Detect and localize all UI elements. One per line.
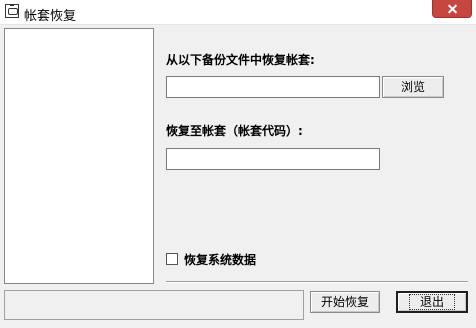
start-restore-button[interactable]: 开始恢复 bbox=[310, 291, 380, 313]
restore-system-data-checkbox[interactable] bbox=[166, 253, 178, 265]
account-list-panel[interactable] bbox=[4, 28, 154, 284]
browse-button[interactable]: 浏览 bbox=[382, 76, 444, 98]
title-bar: 帐套恢复 bbox=[0, 0, 476, 25]
source-file-label: 从以下备份文件中恢复帐套: bbox=[166, 53, 315, 67]
exit-button[interactable]: 退出 bbox=[396, 291, 468, 313]
status-bar bbox=[4, 290, 304, 320]
source-file-input[interactable] bbox=[166, 76, 380, 98]
exit-button-label: 退出 bbox=[408, 294, 455, 310]
separator-line bbox=[166, 281, 468, 283]
restore-system-data-label[interactable]: 恢复系统数据 bbox=[184, 251, 256, 268]
restore-window: 帐套恢复 从以下备份文件中恢复帐套: 浏览 恢复至帐套（帐套代码）: 恢复系统数… bbox=[0, 0, 476, 328]
window-title: 帐套恢复 bbox=[24, 9, 77, 24]
close-button[interactable] bbox=[432, 0, 472, 18]
restore-app-icon bbox=[5, 4, 19, 18]
target-account-label: 恢复至帐套（帐套代码）: bbox=[166, 124, 303, 138]
target-account-input[interactable] bbox=[166, 148, 380, 170]
